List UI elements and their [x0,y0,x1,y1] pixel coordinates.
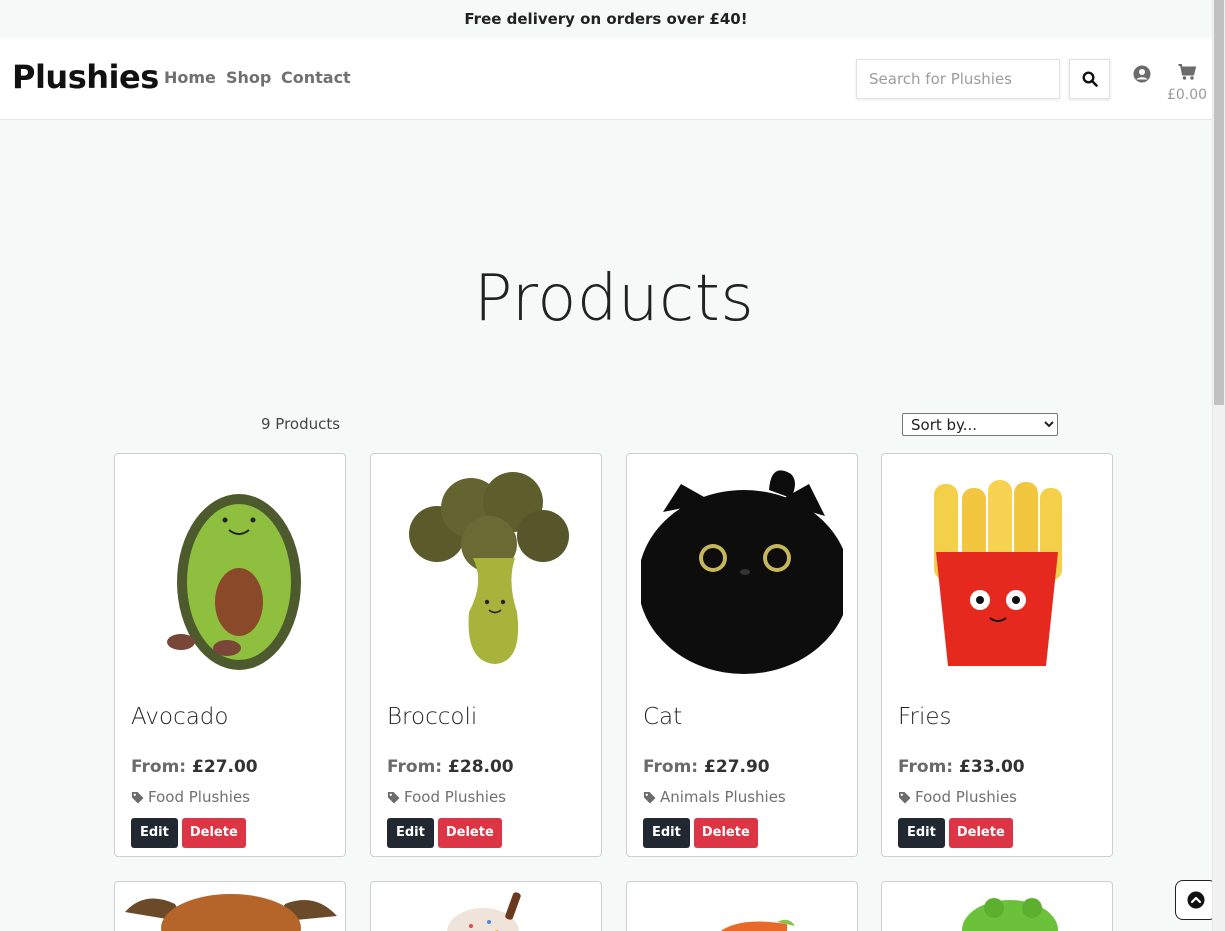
product-card[interactable] [881,881,1113,931]
tag-icon [132,791,144,803]
product-price: From: £28.00 [387,757,514,777]
scrollbar-thumb[interactable] [1214,0,1224,405]
price-value: £33.00 [959,757,1025,777]
delivery-banner: Free delivery on orders over £40! [0,0,1212,38]
product-card[interactable]: Fries From: £33.00 Food Plushies Edit De… [881,453,1113,857]
delete-button[interactable]: Delete [181,818,246,848]
user-circle-icon[interactable] [1133,65,1151,83]
product-card[interactable] [626,881,858,931]
product-name[interactable]: Cat [643,704,682,730]
category-label: Food Plushies [148,788,250,806]
product-category[interactable]: Food Plushies [898,788,1017,806]
nav-link-shop[interactable]: Shop [226,68,271,87]
price-from-label: From: [131,757,187,777]
delete-button[interactable]: Delete [948,818,1013,848]
page-title: Products [473,262,755,336]
product-price: From: £33.00 [898,757,1025,777]
cupcake-plush-image [447,892,521,931]
tag-icon [388,791,400,803]
price-from-label: From: [387,757,443,777]
nav-link-home[interactable]: Home [164,68,216,87]
price-value: £27.90 [704,757,770,777]
frog-plush-image [962,898,1058,931]
carrot-plush-image [720,919,795,931]
product-card[interactable] [114,881,346,931]
product-category[interactable]: Food Plushies [131,788,250,806]
sort-select[interactable]: Sort by... [902,413,1058,436]
avocado-plush-image [167,494,301,670]
price-from-label: From: [898,757,954,777]
delivery-banner-text: Free delivery on orders over £40! [464,10,748,28]
broccoli-plush-image [409,472,569,664]
search-icon [1081,71,1098,87]
edit-button[interactable]: Edit [387,818,434,848]
delete-button[interactable]: Delete [437,818,502,848]
product-price: From: £27.90 [643,757,770,777]
tag-icon [899,791,911,803]
product-name[interactable]: Broccoli [387,704,477,730]
product-card[interactable]: Avocado From: £27.00 Food Plushies Edit … [114,453,346,857]
edit-button[interactable]: Edit [898,818,945,848]
price-value: £28.00 [448,757,514,777]
product-card[interactable] [370,881,602,931]
product-price: From: £27.00 [131,757,258,777]
product-card[interactable]: Broccoli From: £28.00 Food Plushies Edit… [370,453,602,857]
product-category[interactable]: Food Plushies [387,788,506,806]
price-value: £27.00 [192,757,258,777]
edit-button[interactable]: Edit [131,818,178,848]
price-from-label: From: [643,757,699,777]
edit-button[interactable]: Edit [643,818,690,848]
category-label: Food Plushies [915,788,1017,806]
brand-logo[interactable]: Plushies [12,58,159,96]
delete-button[interactable]: Delete [693,818,758,848]
product-card[interactable]: Cat From: £27.90 Animals Plushies Edit D… [626,453,858,857]
search-button[interactable] [1069,59,1110,99]
shopping-cart-icon [1178,64,1197,80]
navbar: Plushies Home Shop Contact £0.00 [0,38,1212,120]
product-name[interactable]: Fries [898,704,952,730]
category-label: Animals Plushies [660,788,786,806]
cart-total: £0.00 [1166,87,1208,103]
back-to-top-button[interactable] [1175,880,1217,920]
tag-icon [644,791,656,803]
product-count: 9 Products [261,415,341,433]
search-input[interactable] [856,59,1060,99]
highland-cow-plush-image [125,894,337,931]
product-name[interactable]: Avocado [131,704,228,730]
fries-plush-image [934,480,1062,666]
chevron-up-circle-icon [1187,891,1205,909]
page-scrollbar[interactable] [1212,0,1225,931]
category-label: Food Plushies [404,788,506,806]
nav-link-contact[interactable]: Contact [281,68,351,87]
product-category[interactable]: Animals Plushies [643,788,786,806]
cart-button[interactable]: £0.00 [1165,64,1209,103]
cat-plush-image [641,470,843,674]
